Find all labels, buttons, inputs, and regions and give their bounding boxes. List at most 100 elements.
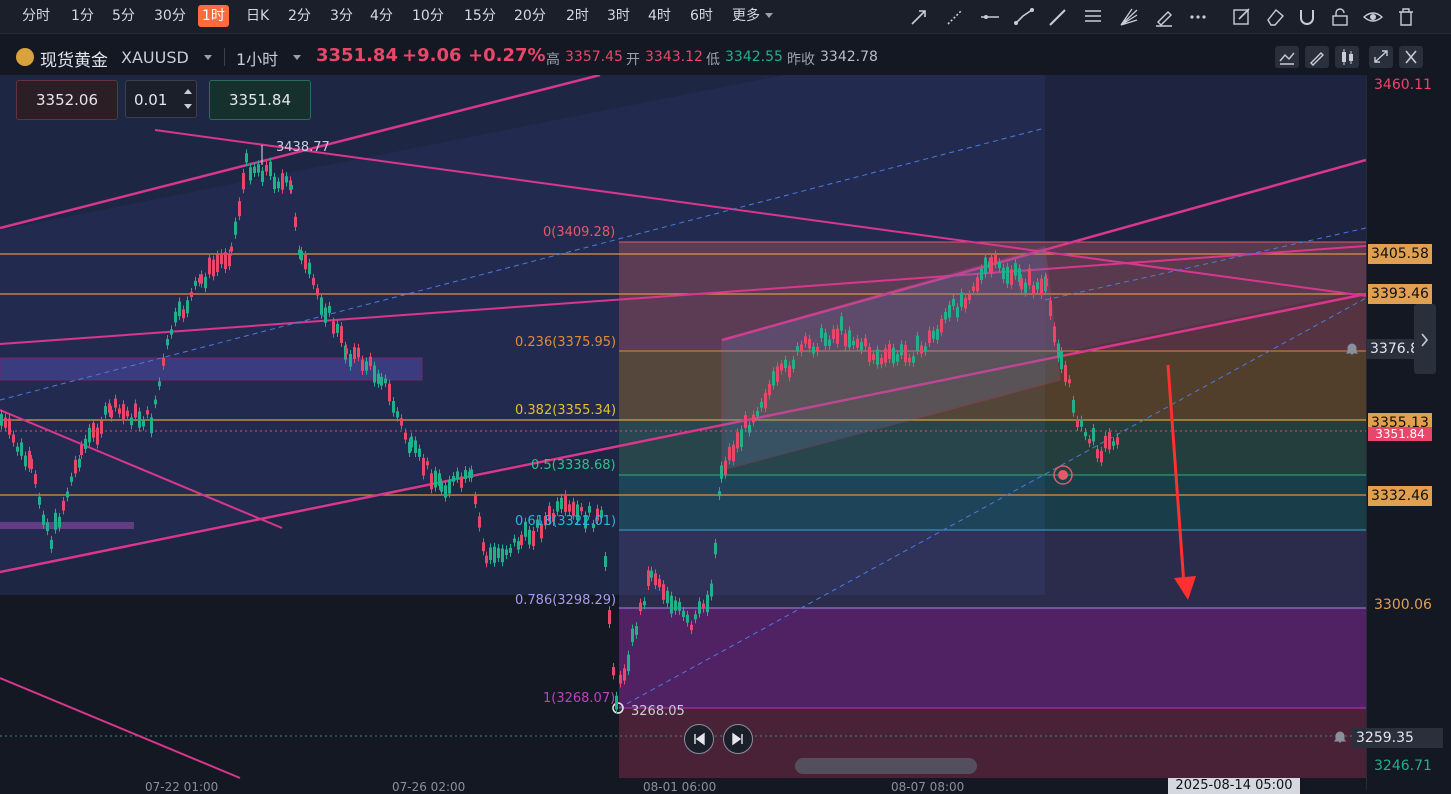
tf-2h[interactable]: 2时	[562, 5, 593, 27]
indicator-icon[interactable]	[1275, 46, 1299, 68]
horizontal-line-icon[interactable]	[979, 6, 1001, 28]
bell-icon[interactable]	[1333, 729, 1347, 743]
axis-price-3259: 3259.35	[1352, 728, 1443, 748]
tf-3m[interactable]: 3分	[326, 5, 357, 27]
tf-more[interactable]: 更多	[728, 5, 764, 27]
lock-icon[interactable]	[1329, 6, 1351, 28]
candle-body	[1068, 379, 1071, 384]
magnet-icon[interactable]	[1296, 6, 1318, 28]
candle-body	[639, 602, 642, 612]
eraser-icon[interactable]	[1264, 6, 1286, 28]
tf-1m[interactable]: 1分	[67, 5, 98, 27]
chevron-down-icon[interactable]	[293, 55, 301, 60]
candle-body	[336, 323, 339, 333]
candle-body	[426, 461, 429, 466]
candle-body	[732, 444, 735, 462]
tf-4h[interactable]: 4时	[644, 5, 675, 27]
brush-icon[interactable]	[1153, 6, 1175, 28]
candle-body	[1116, 437, 1119, 445]
ray-line-icon[interactable]	[944, 6, 966, 28]
candle-body	[228, 253, 231, 267]
candle-body	[365, 361, 368, 371]
candle-body	[224, 252, 227, 270]
candle-body	[588, 506, 591, 513]
interval-select[interactable]: 1小时	[236, 46, 278, 70]
lot-stepper[interactable]	[180, 82, 196, 116]
price-chart[interactable]	[0, 75, 1366, 790]
tf-3h[interactable]: 3时	[603, 5, 634, 27]
candle-body	[349, 353, 352, 367]
fib-0-label: 0(3409.28)	[543, 225, 616, 240]
candle-body	[718, 491, 721, 497]
candle-body	[1040, 278, 1043, 295]
candle-body	[964, 297, 967, 309]
candle-body	[702, 603, 705, 609]
candle-body	[690, 624, 693, 631]
eye-icon[interactable]	[1362, 6, 1384, 28]
candle-body	[166, 339, 169, 346]
tf-30m[interactable]: 30分	[150, 5, 190, 27]
candle-body	[501, 548, 504, 563]
candle-body	[146, 410, 149, 415]
candle-body	[1053, 326, 1056, 343]
tf-15m[interactable]: 15分	[460, 5, 500, 27]
edit-icon[interactable]	[1231, 6, 1253, 28]
fan-icon[interactable]	[1118, 6, 1140, 28]
candle-body	[916, 335, 919, 351]
candle-body	[304, 254, 307, 270]
tf-10m[interactable]: 10分	[408, 5, 448, 27]
candle-body	[100, 420, 103, 434]
close-icon[interactable]	[1399, 46, 1423, 68]
candle-body	[816, 346, 819, 353]
more-tools-icon[interactable]	[1187, 6, 1209, 28]
tf-4m[interactable]: 4分	[366, 5, 397, 27]
trash-icon[interactable]	[1395, 6, 1417, 28]
candle-body	[50, 539, 53, 549]
tf-20m[interactable]: 20分	[510, 5, 550, 27]
tf-2m[interactable]: 2分	[284, 5, 315, 27]
candle-body	[485, 555, 488, 564]
candle-type-icon[interactable]	[1335, 46, 1359, 68]
draw-icon[interactable]	[1305, 46, 1329, 68]
buy-price-button[interactable]: 3351.84	[209, 80, 311, 120]
symbol-name[interactable]: 现货黄金	[40, 46, 108, 71]
low-label: 低	[706, 52, 720, 68]
candle-body	[792, 359, 795, 369]
candle-body	[1036, 282, 1039, 290]
candle-body	[162, 357, 165, 366]
candle-body	[840, 316, 843, 331]
candle-body	[456, 471, 459, 480]
candle-body	[744, 415, 747, 428]
candle-body	[493, 546, 496, 563]
candle-body	[84, 438, 87, 449]
bell-icon[interactable]	[1345, 341, 1359, 355]
candle-body	[452, 476, 455, 482]
tf-1h[interactable]: 1时	[198, 5, 229, 27]
candle-body	[392, 401, 395, 413]
pen-line-icon[interactable]	[1047, 6, 1069, 28]
candle-body	[860, 342, 863, 351]
candle-body	[194, 280, 197, 286]
collapse-panel-handle[interactable]	[1414, 304, 1436, 374]
fullscreen-icon[interactable]	[1369, 46, 1393, 68]
scroll-start-button[interactable]	[684, 724, 714, 754]
sell-price-button[interactable]: 3352.06	[16, 80, 118, 120]
scroll-end-button[interactable]	[723, 724, 753, 754]
candle-body	[980, 268, 983, 280]
tf-1d[interactable]: 日K	[242, 5, 273, 27]
candle-body	[776, 366, 779, 382]
trend-line-icon[interactable]	[1013, 6, 1035, 28]
symbol-code[interactable]: XAUUSD	[121, 48, 189, 67]
candle-body	[122, 404, 125, 421]
tf-5m[interactable]: 5分	[108, 5, 139, 27]
tf-6h[interactable]: 6时	[686, 5, 717, 27]
fibonacci-icon[interactable]	[1082, 6, 1104, 28]
candle-body	[772, 371, 775, 386]
tf-fenshi[interactable]: 分时	[18, 5, 54, 27]
arrow-line-icon[interactable]	[908, 6, 930, 28]
candle-body	[312, 277, 315, 286]
chevron-down-icon[interactable]	[204, 55, 212, 60]
candle-body	[42, 514, 45, 525]
candle-body	[650, 570, 653, 578]
candle-body	[1084, 432, 1087, 437]
